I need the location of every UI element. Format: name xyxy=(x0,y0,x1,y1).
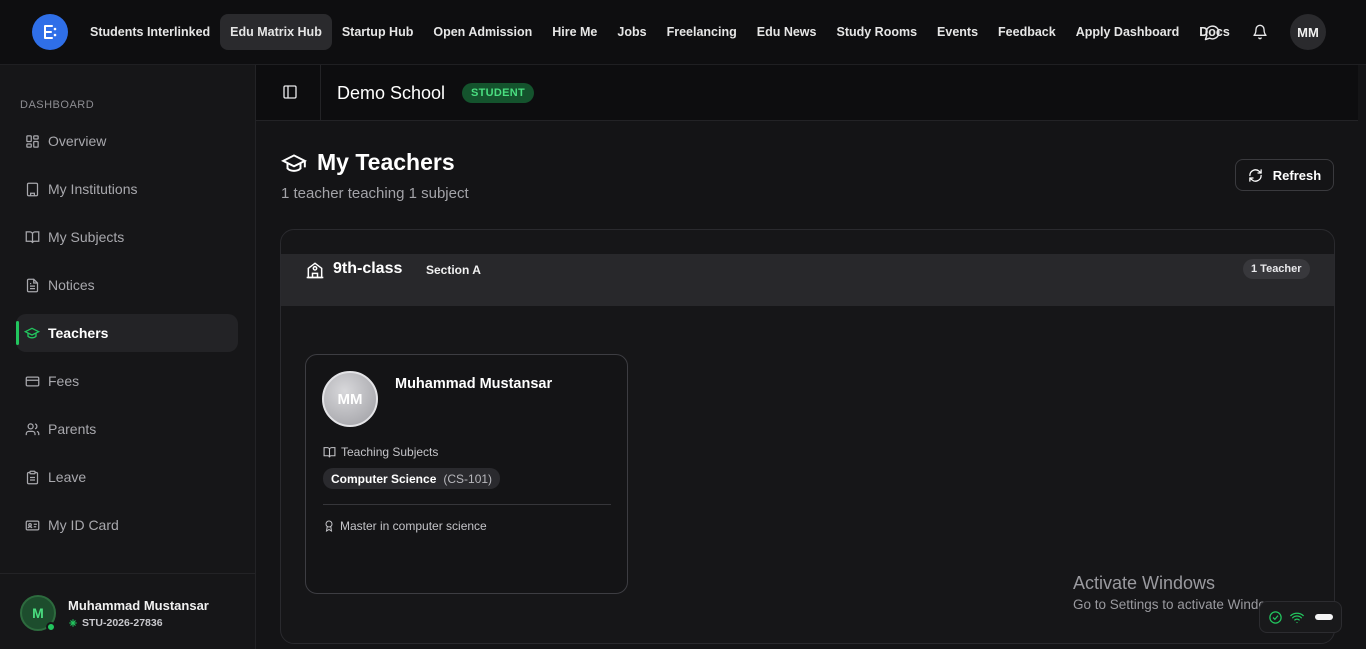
bell-icon xyxy=(1253,24,1267,40)
activate-subtitle: Go to Settings to activate Windows. xyxy=(1073,597,1287,612)
nav-hire-me[interactable]: Hire Me xyxy=(542,14,607,50)
system-tray[interactable] xyxy=(1259,601,1342,633)
nav-startup-hub[interactable]: Startup Hub xyxy=(332,14,424,50)
sidebar-item-label: Overview xyxy=(48,133,107,149)
refresh-label: Refresh xyxy=(1272,167,1322,183)
messages-button[interactable] xyxy=(1196,16,1228,48)
class-header: 9th-class Section A 1 Teacher xyxy=(281,254,1334,306)
wifi-icon xyxy=(1290,612,1304,623)
sidebar-heading: DASHBOARD xyxy=(20,99,95,111)
sidebar-item-label: Fees xyxy=(48,373,80,389)
tray-indicator xyxy=(1315,614,1333,620)
teacher-count-badge: 1 Teacher xyxy=(1243,259,1310,279)
teacher-card[interactable]: MM Muhammad Mustansar Teaching Subjects … xyxy=(305,354,628,594)
book-open-icon xyxy=(323,446,336,457)
page-title: My Teachers xyxy=(281,149,455,176)
refresh-icon xyxy=(1249,168,1262,182)
credit-card-icon xyxy=(24,373,40,389)
graduation-cap-icon xyxy=(281,153,307,172)
subject-code: (CS-101) xyxy=(443,471,493,486)
page-subtitle: 1 teacher teaching 1 subject xyxy=(281,185,469,202)
teacher-qualification: Master in computer science xyxy=(323,519,487,533)
sidebar-item-my-institutions[interactable]: My Institutions xyxy=(16,170,238,208)
sidebar-item-label: Teachers xyxy=(48,325,109,341)
clipboard-icon xyxy=(24,469,40,485)
online-status-dot xyxy=(46,622,56,632)
sidebar-item-label: My Subjects xyxy=(48,229,125,245)
sidebar-item-my-subjects[interactable]: My Subjects xyxy=(16,218,238,256)
sidebar-item-fees[interactable]: Fees xyxy=(16,362,238,400)
e-logo-icon xyxy=(44,25,57,39)
qualification-text: Master in computer science xyxy=(340,519,487,533)
sidebar-item-leave[interactable]: Leave xyxy=(16,458,238,496)
top-navigation: Students Interlinked Edu Matrix Hub Star… xyxy=(0,0,1366,65)
sidebar: DASHBOARD Overview My Institutions My Su… xyxy=(0,65,256,649)
card-divider xyxy=(323,504,611,505)
user-avatar-button[interactable]: MM xyxy=(1290,14,1326,50)
teacher-name: Muhammad Mustansar xyxy=(395,376,553,392)
nav-students-interlinked[interactable]: Students Interlinked xyxy=(80,14,220,50)
header-divider xyxy=(320,65,321,121)
subject-name: Computer Science xyxy=(331,471,437,486)
nav-apply-dashboard[interactable]: Apply Dashboard xyxy=(1066,14,1190,50)
teaching-subjects-label: Teaching Subjects xyxy=(323,445,438,459)
page-header: Demo School STUDENT xyxy=(256,65,1366,121)
sidebar-item-label: Notices xyxy=(48,277,95,293)
activate-windows-watermark: Activate Windows Go to Settings to activ… xyxy=(1073,573,1286,612)
nav-study-rooms[interactable]: Study Rooms xyxy=(826,14,927,50)
graduation-cap-icon xyxy=(24,325,40,341)
message-circle-icon xyxy=(1204,24,1220,40)
sidebar-item-my-id-card[interactable]: My ID Card xyxy=(16,506,238,544)
sparkle-icon xyxy=(69,619,77,627)
nav-events[interactable]: Events xyxy=(927,14,988,50)
page-title-text: My Teachers xyxy=(317,149,455,175)
nav-freelancing[interactable]: Freelancing xyxy=(657,14,747,50)
file-text-icon xyxy=(24,277,40,293)
panel-left-icon xyxy=(283,85,297,99)
sidebar-item-notices[interactable]: Notices xyxy=(16,266,238,304)
nav-edu-matrix-hub[interactable]: Edu Matrix Hub xyxy=(220,14,332,50)
sidebar-item-overview[interactable]: Overview xyxy=(16,122,238,160)
nav-open-admission[interactable]: Open Admission xyxy=(423,14,542,50)
teaching-subjects-text: Teaching Subjects xyxy=(341,445,439,459)
nav-edu-news[interactable]: Edu News xyxy=(747,14,827,50)
user-name: Muhammad Mustansar xyxy=(68,598,209,613)
student-id: STU-2026-27836 xyxy=(68,617,163,629)
refresh-button[interactable]: Refresh xyxy=(1235,159,1334,191)
subject-chip: Computer Science (CS-101) xyxy=(323,468,501,489)
teacher-avatar: MM xyxy=(322,371,378,427)
page-scrollbar[interactable] xyxy=(1358,65,1366,649)
sidebar-item-label: My Institutions xyxy=(48,181,138,197)
student-id-value: STU-2026-27836 xyxy=(82,617,163,629)
sidebar-item-label: Parents xyxy=(48,421,97,437)
sidebar-item-label: Leave xyxy=(48,469,87,485)
nav-feedback[interactable]: Feedback xyxy=(988,14,1066,50)
sidebar-item-teachers[interactable]: Teachers xyxy=(16,314,238,352)
role-badge: STUDENT xyxy=(462,83,535,103)
book-open-icon xyxy=(24,229,40,245)
app-logo-button[interactable] xyxy=(32,14,68,50)
school-icon xyxy=(306,262,324,279)
section-name: Section A xyxy=(426,263,481,277)
id-card-icon xyxy=(24,517,40,533)
layout-grid-icon xyxy=(24,133,40,149)
sidebar-toggle-button[interactable] xyxy=(282,84,300,102)
award-icon xyxy=(325,520,333,532)
building-icon xyxy=(24,181,40,197)
activate-title: Activate Windows xyxy=(1073,573,1216,593)
class-name: 9th-class xyxy=(333,260,403,277)
notifications-button[interactable] xyxy=(1244,16,1276,48)
nav-jobs[interactable]: Jobs xyxy=(607,14,656,50)
users-icon xyxy=(24,421,40,437)
check-circle-icon xyxy=(1269,610,1282,624)
sidebar-item-label: My ID Card xyxy=(48,517,119,533)
sidebar-user-profile[interactable]: M Muhammad Mustansar STU-2026-27836 xyxy=(0,573,255,649)
school-name: Demo School xyxy=(337,83,446,103)
sidebar-item-parents[interactable]: Parents xyxy=(16,410,238,448)
